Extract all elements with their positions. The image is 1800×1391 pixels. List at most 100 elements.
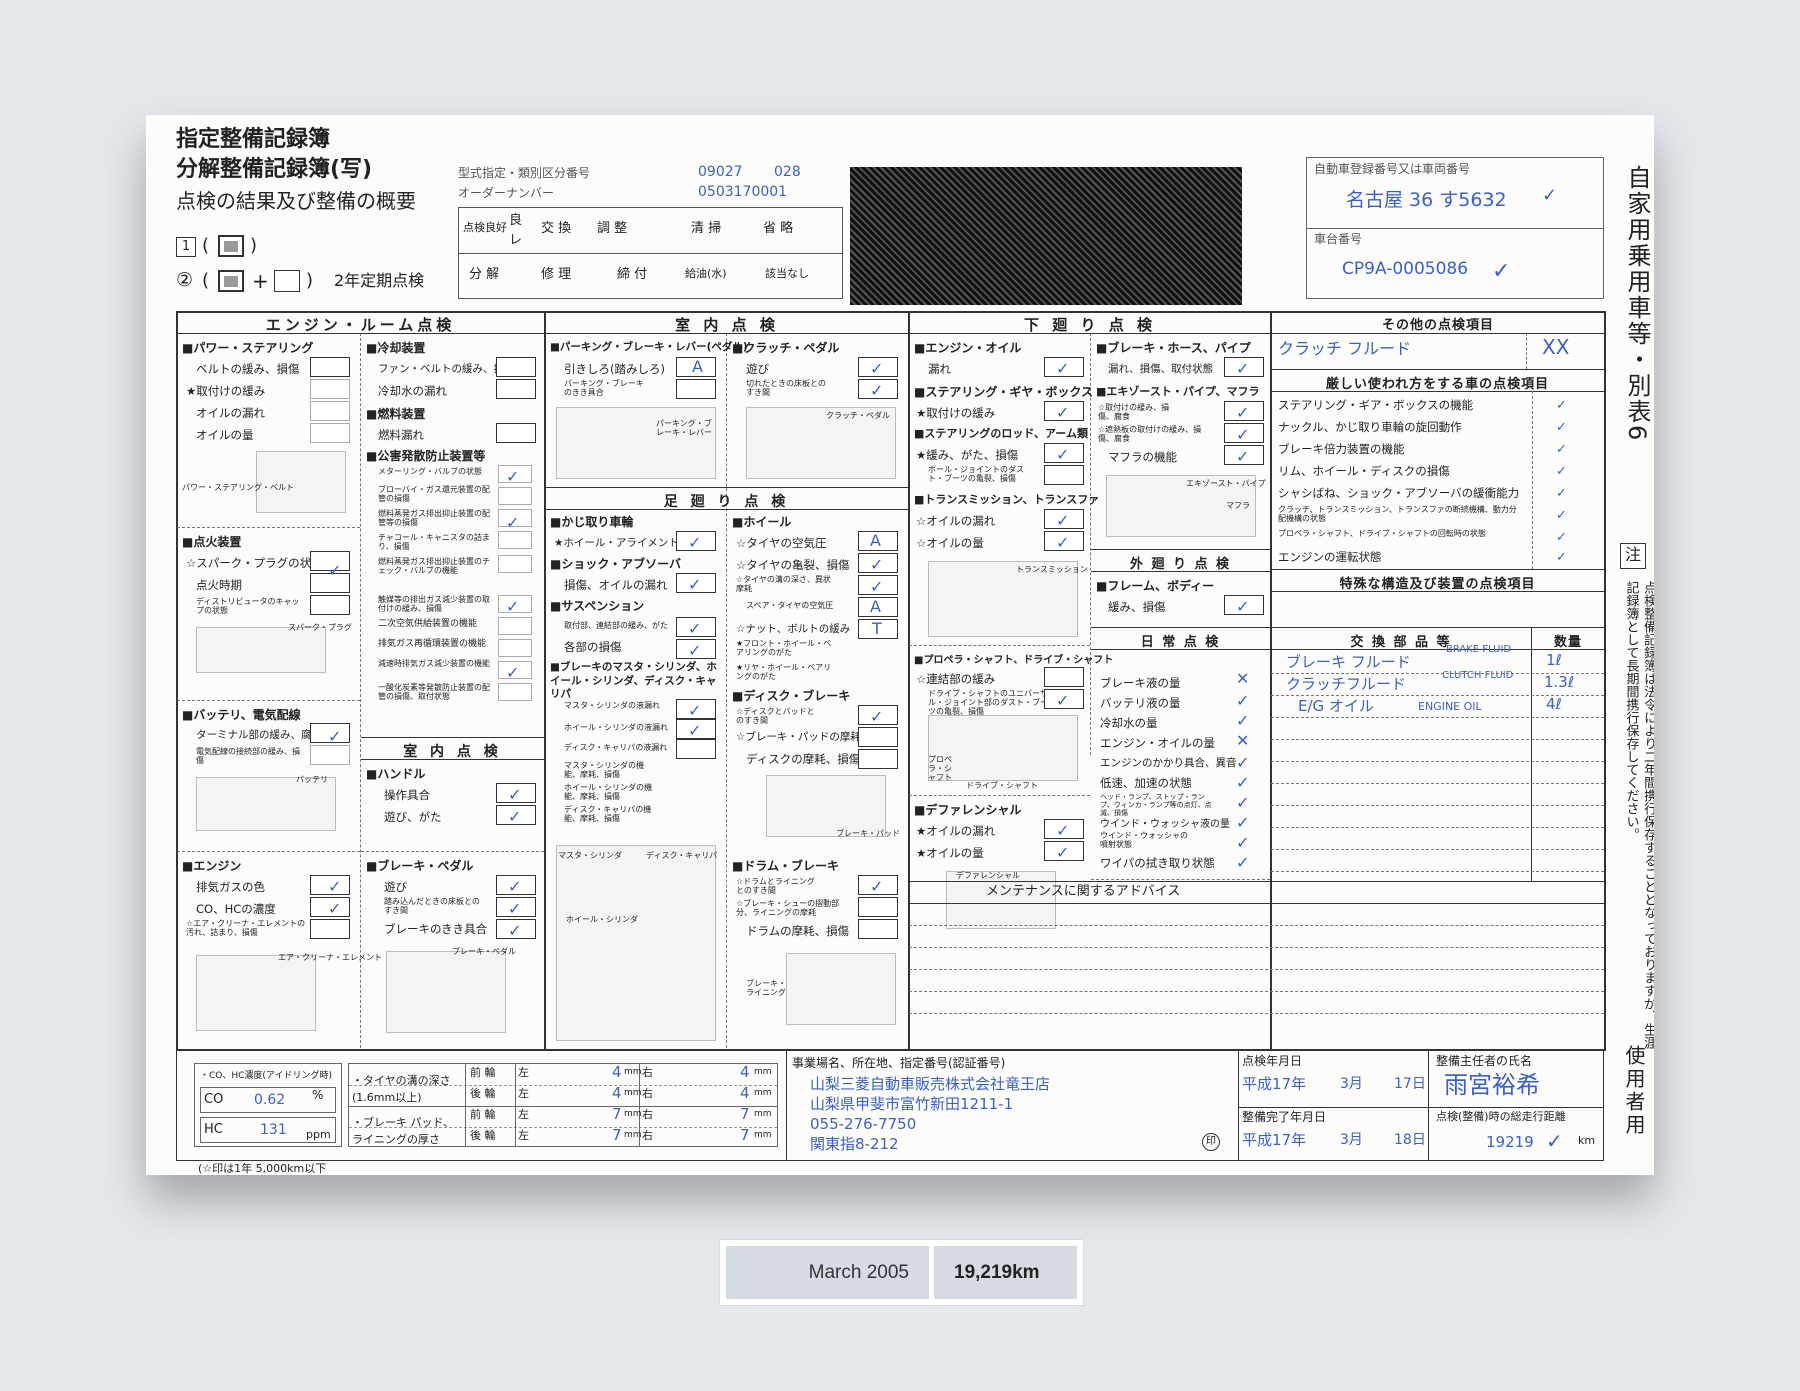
type-label: 型式指定・類別区分番号 (458, 166, 591, 180)
ps-item-2: オイルの漏れ (196, 406, 265, 420)
mm-1: mm (624, 1067, 642, 1077)
business-tel: 055-276-7750 (810, 1115, 917, 1133)
doc-title-3: 点検の結果及び整備の概要 (176, 189, 416, 213)
section-severe: 厳しい使われ方をする車の点検項目 (1325, 377, 1550, 392)
emi-checkbox-3 (498, 531, 532, 549)
check-mark: ✓ (1236, 711, 1250, 730)
shock-item-0: 損傷、オイルの漏れ (564, 578, 668, 592)
cool-item-0: ファン・ベルトの緩み、損傷 (378, 363, 515, 375)
disc-item-0: ☆ディスクとパッドとのすき間 (736, 707, 815, 726)
odo-unit: km (1578, 1134, 1596, 1147)
wheel-item-2: ☆タイヤの溝の深さ、異状摩耗 (736, 575, 831, 594)
check-mark: ✓ (508, 899, 522, 918)
diff-label: デファレンシャル (956, 871, 1020, 880)
tire-front: 前 輪 (470, 1066, 496, 1079)
emi-item-0: メターリング・バルブの状態 (378, 467, 482, 476)
doc-title-1: 指定整備記録簿 (176, 127, 331, 152)
susp-item-0: 取付部、連結部の緩み、がた (564, 621, 668, 630)
right-4: 右 (642, 1129, 653, 1142)
legend-refill: 給油(水) (685, 267, 727, 280)
check-mark: ✓ (506, 663, 520, 682)
wheel-item-3: スペア・タイヤの空気圧 (746, 601, 834, 610)
tire-label: ・タイヤの溝の深さ(1.6mm以上) (352, 1074, 451, 1104)
gb-item-0: ★取付けの緩み (916, 406, 996, 420)
daily-item-2: 冷却水の量 (1100, 716, 1158, 730)
emission-heading: ■公害発散防止装置等 (366, 449, 486, 463)
legend-good-mark: 良 (509, 213, 523, 228)
ignition-heading: ■点火装置 (182, 535, 242, 549)
cool-checkbox-0 (496, 357, 536, 377)
clutch-item-1: 切れたときの床板とのすき間 (746, 379, 826, 398)
chassis-value: CP9A-0005086 (1342, 259, 1469, 279)
right-2: 右 (642, 1087, 653, 1100)
section-exterior: 外 廻 り 点 検 (1129, 557, 1232, 572)
left-1: 左 (518, 1066, 529, 1079)
severe-item-3: リム、ホイール・ディスクの損傷 (1278, 464, 1450, 478)
disc-brake-illustration (766, 775, 886, 837)
handle-item-0: 操作具合 (384, 788, 430, 802)
handle-heading: ■ハンドル (366, 767, 426, 781)
belt-illustration (256, 451, 346, 513)
severe-item-4: シャシばね、ショック・アブソーバの緩衝能力 (1278, 486, 1520, 500)
co-hc-title: ・CO、HC濃度(アイドリング時) (200, 1071, 332, 1081)
section-special: 特殊な構造及び装置の点検項目 (1339, 577, 1536, 592)
check-mark: ✓ (688, 575, 702, 594)
inspect-date-label: 点検年月日 (1242, 1054, 1303, 1068)
odo-label: 点検(整備)時の総走行距離 (1436, 1110, 1566, 1123)
check-mark: ✓ (1056, 403, 1070, 422)
tire-rear-right: 4 (740, 1084, 750, 1102)
replace-mark: ✕ (1236, 731, 1250, 750)
pad-rear: 後 輪 (470, 1129, 496, 1142)
rod-checkbox-1 (1044, 465, 1084, 485)
ign-checkbox-2 (310, 595, 350, 615)
drum-checkbox-2 (858, 919, 898, 939)
tm-item-0: ☆オイルの漏れ (916, 514, 996, 528)
mm-5: mm (754, 1067, 772, 1077)
right-1: 右 (642, 1066, 653, 1079)
check-mark: ✓ (508, 921, 522, 940)
complete-date-label: 整備完了年月日 (1242, 1110, 1327, 1124)
right-3: 右 (642, 1108, 653, 1121)
maintenance-record-document: 指定整備記録簿 分解整備記録簿(写) 点検の結果及び整備の概要 1 ( ) ② … (146, 115, 1654, 1175)
complete-date-month: 3月 (1340, 1132, 1363, 1148)
tm-item-1: ☆オイルの量 (916, 536, 984, 550)
park-checkbox-1 (676, 379, 716, 399)
check-mark: ✓ (1236, 447, 1250, 466)
check-mark: ✓ (1056, 359, 1070, 378)
note-text: 点検整備記録簿は法令により二年間携行保存することとなっておりますが、生涯記録簿と… (1623, 581, 1654, 1049)
option-2-paren: ( (202, 270, 210, 291)
susp-item-1: 各部の損傷 (564, 640, 622, 654)
propeller-heading: ■プロペラ・シャフト、ドライブ・シャフト (914, 655, 1114, 666)
inspect-date-month: 3月 (1340, 1076, 1363, 1092)
bh-item-0: 漏れ、損傷、取付状態 (1108, 363, 1214, 375)
shock-heading: ■ショック・アブソーバ (550, 557, 681, 571)
belt-label: パワー・ステアリング・ベルト (182, 483, 294, 492)
emi-checkbox-4 (498, 555, 532, 573)
exhaust-heading: ■エキゾースト・パイプ、マフラ (1096, 385, 1260, 398)
business-address: 山梨県甲斐市富竹新田1211-1 (810, 1095, 1014, 1113)
order-label: オーダーナンバー (458, 186, 555, 200)
hc-value: 131 (260, 1122, 287, 1138)
frame-item-0: 緩み、損傷 (1108, 600, 1166, 614)
spark-label: スパーク・プラグ (288, 623, 352, 632)
check-mark: ✓ (506, 513, 520, 532)
eo-item-0: 漏れ (928, 362, 951, 376)
park-item-1: パーキング・ブレーキのきき具合 (564, 379, 644, 398)
option-2-paren-close: ) (306, 270, 314, 291)
transmission-heading: ■トランスミッション、トランスファ (914, 493, 1100, 506)
check-mark: ✓ (1556, 420, 1567, 435)
part-0-name: ブレーキ フルード (1286, 653, 1411, 671)
mm-2: mm (624, 1088, 642, 1098)
part-1-name: クラッチフルード (1286, 675, 1407, 693)
redacted-block (850, 167, 1242, 305)
check-mark: ✓ (1236, 753, 1250, 772)
bat-checkbox-1 (310, 745, 350, 765)
rod-item-1: ボール・ジョイントのダスト・ブーツの亀裂、損傷 (928, 465, 1024, 484)
part-1-qty: 1.3ℓ (1544, 673, 1575, 691)
business-number: 関東指8-212 (810, 1135, 899, 1153)
tighten-mark: T (872, 619, 882, 638)
mm-6: mm (754, 1088, 772, 1098)
caption-date: March 2005 (726, 1246, 929, 1299)
advice-heading: メンテナンスに関するアドバイス (986, 884, 1181, 899)
bm-item-2: ディスク・キャリパの液漏れ (564, 743, 668, 752)
